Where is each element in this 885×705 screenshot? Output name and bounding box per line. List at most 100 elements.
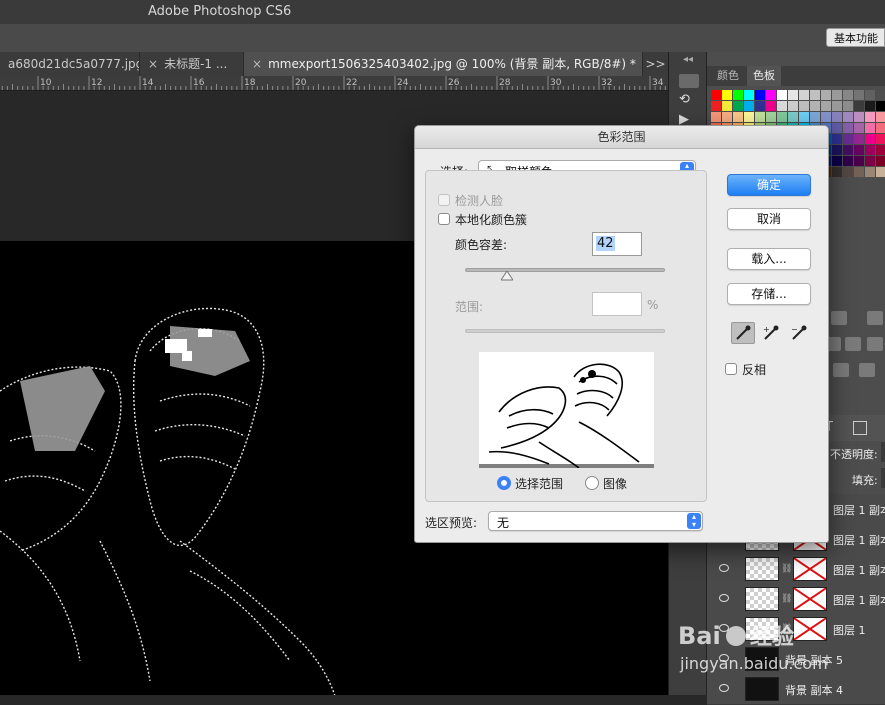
color-swatch[interactable] [744, 112, 754, 122]
color-swatch[interactable] [876, 145, 885, 155]
color-swatch[interactable] [876, 101, 885, 111]
color-swatch[interactable] [821, 112, 831, 122]
color-swatch[interactable] [821, 101, 831, 111]
color-swatch[interactable] [832, 90, 842, 100]
color-swatch[interactable] [799, 112, 809, 122]
color-swatch[interactable] [832, 167, 842, 177]
color-swatch[interactable] [843, 134, 853, 144]
tab-color[interactable]: 颜色 [711, 66, 745, 86]
color-swatch[interactable] [722, 101, 732, 111]
color-swatch[interactable] [854, 90, 864, 100]
close-icon[interactable]: × [148, 57, 158, 71]
color-swatch[interactable] [810, 90, 820, 100]
color-swatch[interactable] [876, 123, 885, 133]
fill-field[interactable] [881, 468, 885, 488]
visibility-eye-icon[interactable] [719, 564, 729, 572]
layer-row[interactable]: ⛓ 图层 1 副本 [707, 554, 885, 585]
color-swatch[interactable] [821, 90, 831, 100]
color-swatch[interactable] [777, 90, 787, 100]
color-swatch[interactable] [832, 112, 842, 122]
color-swatch[interactable] [788, 90, 798, 100]
workspace-switcher[interactable]: 基本功能 [826, 28, 885, 47]
invert-checkbox[interactable] [725, 363, 737, 375]
color-swatch[interactable] [865, 90, 875, 100]
color-swatch[interactable] [843, 112, 853, 122]
color-swatch[interactable] [711, 90, 721, 100]
invert-icon[interactable] [833, 363, 849, 377]
color-swatch[interactable] [832, 101, 842, 111]
visibility-eye-icon[interactable] [719, 684, 729, 692]
color-swatch[interactable] [865, 145, 875, 155]
color-swatch[interactable] [755, 90, 765, 100]
color-balance-icon[interactable] [845, 337, 861, 351]
collapse-icon[interactable]: ◂◂ [669, 54, 707, 65]
color-swatch[interactable] [711, 112, 721, 122]
color-swatch[interactable] [854, 145, 864, 155]
selection-preview-popup[interactable]: 无 ▴ ▾ [488, 511, 703, 531]
load-button[interactable]: 载入... [727, 248, 811, 270]
color-swatch[interactable] [854, 123, 864, 133]
color-swatch[interactable] [854, 167, 864, 177]
detect-faces-checkbox[interactable] [438, 194, 450, 206]
color-swatch[interactable] [788, 112, 798, 122]
color-swatch[interactable] [865, 112, 875, 122]
color-swatch[interactable] [766, 101, 776, 111]
color-swatch[interactable] [832, 123, 842, 133]
tab-swatches[interactable]: 色板 [747, 66, 781, 86]
color-swatch[interactable] [843, 145, 853, 155]
color-swatch[interactable] [799, 101, 809, 111]
color-swatch[interactable] [744, 90, 754, 100]
tab-document-3[interactable]: × mmexport1506325403402.jpg @ 100% (背景 副本… [244, 52, 643, 76]
color-swatch[interactable] [876, 167, 885, 177]
color-swatch[interactable] [854, 101, 864, 111]
color-swatch[interactable] [832, 156, 842, 166]
range-field[interactable] [592, 292, 642, 316]
color-swatch[interactable] [843, 90, 853, 100]
color-swatch[interactable] [843, 156, 853, 166]
channel-mixer-icon[interactable] [867, 337, 883, 351]
opacity-field[interactable] [881, 442, 885, 462]
tab-overflow-icon[interactable]: >> [643, 52, 668, 76]
tab-document-2[interactable]: × 未标题-1 ... [140, 52, 244, 76]
save-button[interactable]: 存储... [727, 283, 811, 305]
history-icon[interactable] [679, 74, 699, 88]
color-swatch[interactable] [810, 101, 820, 111]
color-swatch[interactable] [865, 123, 875, 133]
color-swatch[interactable] [755, 101, 765, 111]
color-swatch[interactable] [744, 101, 754, 111]
color-swatch[interactable] [876, 112, 885, 122]
color-swatch[interactable] [854, 112, 864, 122]
color-swatch[interactable] [777, 112, 787, 122]
color-swatch[interactable] [711, 101, 721, 111]
color-swatch[interactable] [788, 101, 798, 111]
cancel-button[interactable]: 取消 [727, 208, 811, 230]
fuzziness-field[interactable]: 42 [592, 232, 642, 256]
color-swatch[interactable] [722, 112, 732, 122]
color-swatch[interactable] [865, 156, 875, 166]
color-swatch[interactable] [766, 112, 776, 122]
color-swatch[interactable] [832, 145, 842, 155]
add-to-sample-eyedropper-icon[interactable]: + [759, 322, 783, 344]
color-swatch[interactable] [777, 101, 787, 111]
visibility-eye-icon[interactable] [719, 594, 729, 602]
color-swatch[interactable] [810, 112, 820, 122]
image-radio[interactable] [585, 476, 599, 490]
color-swatch[interactable] [799, 90, 809, 100]
shape-filter-icon[interactable] [853, 421, 867, 435]
color-swatch[interactable] [733, 90, 743, 100]
color-swatch[interactable] [876, 134, 885, 144]
eyedropper-tool-icon[interactable] [731, 322, 755, 344]
color-swatch[interactable] [766, 90, 776, 100]
threshold-icon[interactable] [859, 363, 875, 377]
color-swatch[interactable] [854, 134, 864, 144]
color-swatch[interactable] [854, 156, 864, 166]
color-swatch[interactable] [865, 134, 875, 144]
color-swatch[interactable] [876, 156, 885, 166]
color-swatch[interactable] [876, 90, 885, 100]
subtract-from-sample-eyedropper-icon[interactable]: − [787, 322, 811, 344]
color-swatch[interactable] [755, 112, 765, 122]
color-swatch[interactable] [843, 123, 853, 133]
close-icon[interactable]: × [252, 57, 262, 71]
color-swatch[interactable] [722, 90, 732, 100]
slider-thumb-icon[interactable] [501, 271, 513, 281]
